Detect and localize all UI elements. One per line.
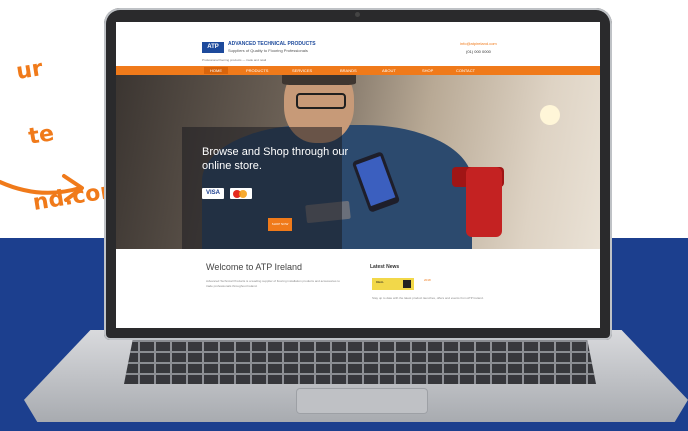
visa-logo-icon: VISA <box>202 188 224 199</box>
hero-headline: Browse and Shop through our online store… <box>202 146 349 172</box>
site-header: ATP ADVANCED TECHNICAL PRODUCTS Supplier… <box>116 22 600 66</box>
nav-item-contact[interactable]: CONTACT <box>450 67 481 74</box>
hero-banner: Browse and Shop through our online store… <box>116 75 600 249</box>
mastercard-logo-icon <box>230 188 252 199</box>
contact-phone: (01) 000 0000 <box>466 49 491 54</box>
news-body-text: Stay up to date with the latest product … <box>372 296 484 300</box>
handwriting-line-1: ur <box>14 56 45 85</box>
laptop-trackpad <box>296 388 428 414</box>
power-drill-image <box>466 167 502 237</box>
nav-item-services[interactable]: SERVICES <box>286 67 318 74</box>
brand-tagline: Suppliers of Quality to Flooring Profess… <box>228 48 308 53</box>
news-thumbnail[interactable]: DEAL <box>372 278 414 290</box>
brand-subline: Professional flooring products — trade a… <box>202 58 267 62</box>
nav-item-about[interactable]: ABOUT <box>376 67 402 74</box>
shop-now-button[interactable]: SHOP NOW <box>268 218 292 231</box>
welcome-title: Welcome to ATP Ireland <box>206 262 303 272</box>
nav-item-shop[interactable]: SHOP <box>416 67 439 74</box>
brand-name: ADVANCED TECHNICAL PRODUCTS <box>228 41 316 47</box>
news-thumbnail-label: DEAL <box>376 280 384 284</box>
news-thumbnail-logo-icon <box>403 280 411 288</box>
light-bulb-image <box>540 105 560 125</box>
atp-logo[interactable]: ATP <box>202 42 224 53</box>
handwriting-line-2: te <box>26 121 56 150</box>
welcome-body-text: Advanced Technical Products is a leading… <box>206 279 340 288</box>
person-hair-image <box>282 75 356 85</box>
webcam-icon <box>355 12 360 17</box>
latest-news-title: Latest News <box>370 264 400 270</box>
laptop-screen: ATP ADVANCED TECHNICAL PRODUCTS Supplier… <box>116 22 600 328</box>
nav-item-home[interactable]: HOME <box>204 67 228 74</box>
curved-arrow-icon <box>0 174 84 202</box>
nav-item-brands[interactable]: BRANDS <box>334 67 363 74</box>
nav-item-products[interactable]: PRODUCTS <box>240 67 274 74</box>
news-date: 2018 <box>424 278 431 282</box>
laptop-lid: ATP ADVANCED TECHNICAL PRODUCTS Supplier… <box>104 8 612 340</box>
glasses-image <box>296 93 346 109</box>
keyboard-key-rows <box>124 336 596 384</box>
main-nav: HOME PRODUCTS SERVICES BRANDS ABOUT SHOP… <box>116 66 600 75</box>
contact-email-link[interactable]: info@atpireland.com <box>460 41 497 46</box>
